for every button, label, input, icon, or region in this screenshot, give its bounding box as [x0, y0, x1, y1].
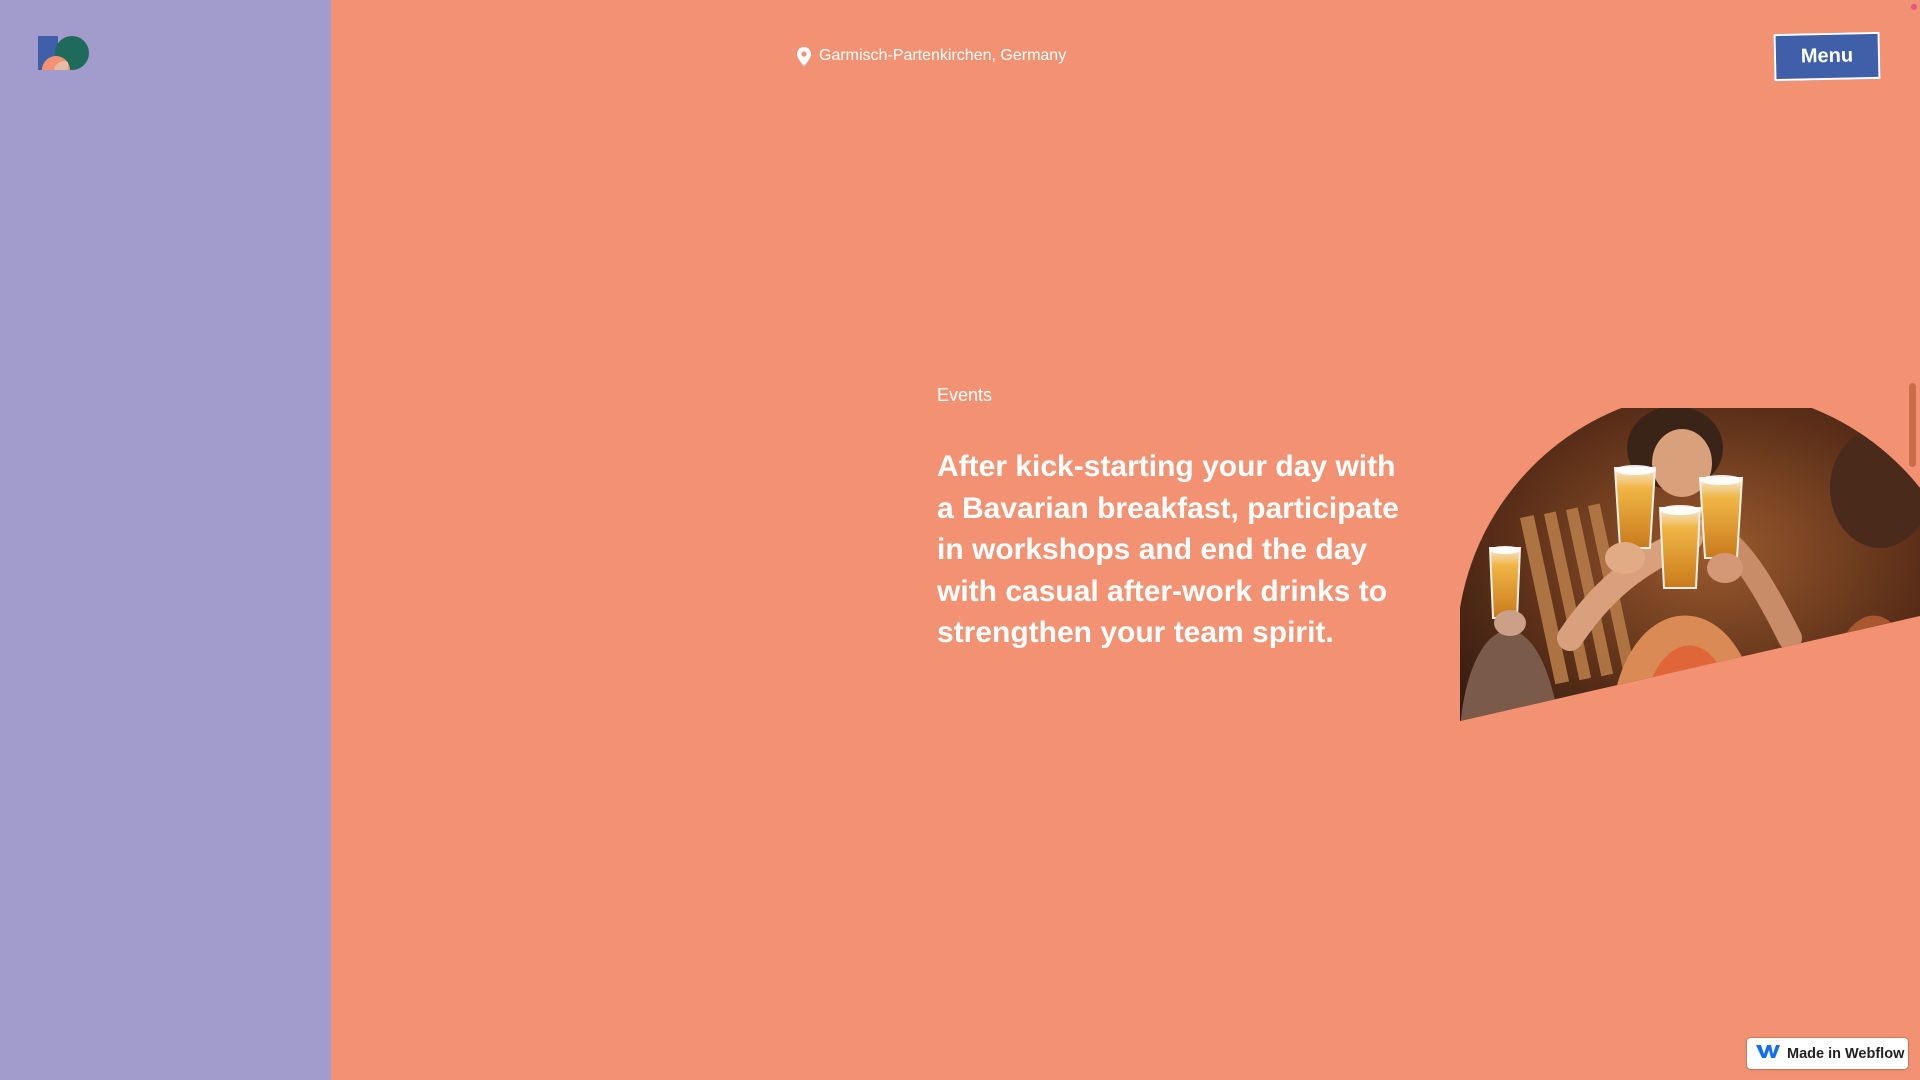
- brand-logo-icon[interactable]: [38, 36, 94, 76]
- page: Garmisch-Partenkirchen, Germany Menu Eve…: [0, 0, 1920, 1080]
- menu-button[interactable]: Menu: [1773, 31, 1881, 82]
- made-in-webflow-badge[interactable]: Made in Webflow: [1747, 1038, 1908, 1069]
- map-pin-icon: [797, 46, 811, 66]
- corner-indicator-dot: [1911, 4, 1917, 10]
- friends-toasting-beer-photo: [1460, 406, 1920, 728]
- section-headline: After kick-starting your day with a Bava…: [937, 450, 1399, 649]
- scrollbar-thumb[interactable]: [1909, 383, 1916, 467]
- location-text: Garmisch-Partenkirchen, Germany: [819, 47, 1067, 64]
- location-indicator: Garmisch-Partenkirchen, Germany: [797, 46, 1066, 66]
- left-sidebar-panel: [0, 0, 331, 1080]
- webflow-icon: [1756, 1044, 1780, 1063]
- badge-label: Made in Webflow: [1787, 1045, 1905, 1062]
- section-eyebrow: Events: [937, 385, 993, 405]
